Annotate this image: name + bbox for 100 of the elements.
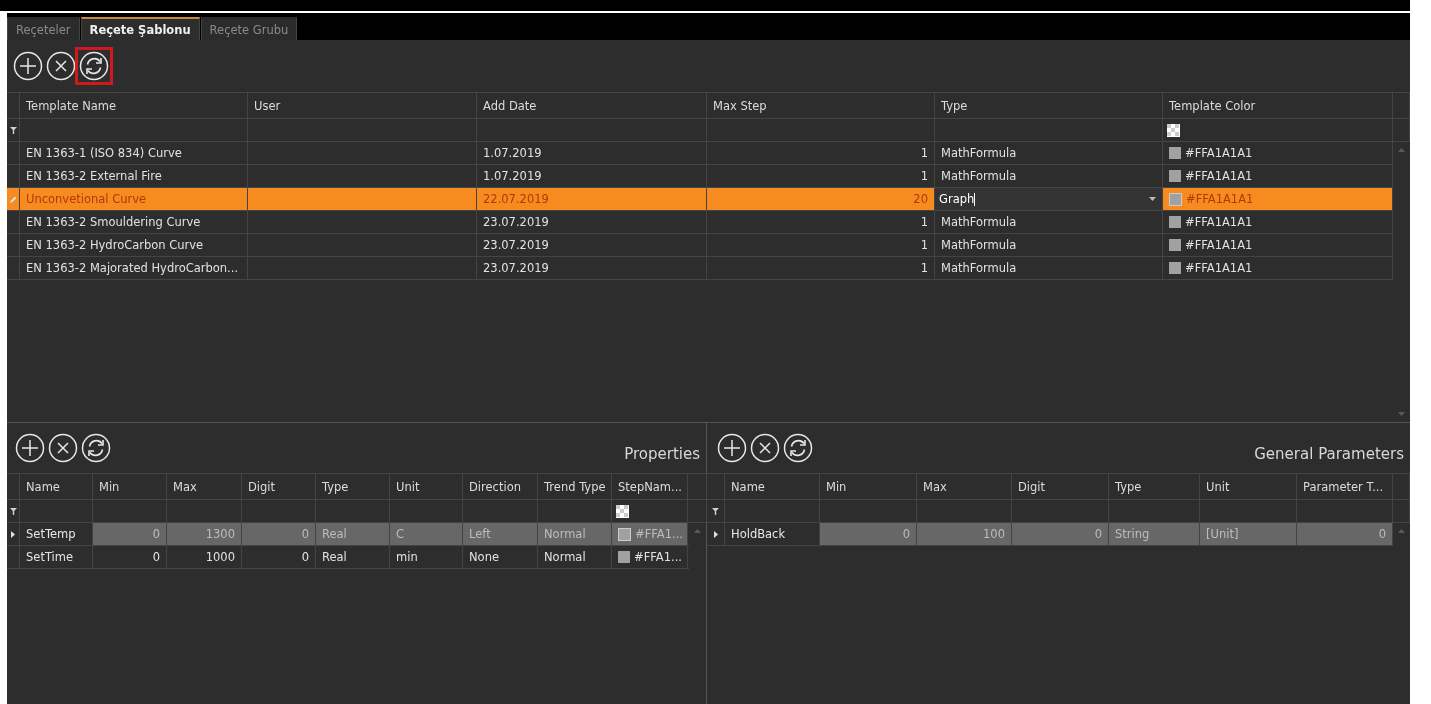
table-cell: 23.07.2019 [483, 238, 549, 252]
table-cell: 1 [920, 238, 928, 252]
column-header[interactable]: Direction [463, 474, 538, 499]
color-picker-icon [616, 504, 629, 518]
add-button[interactable] [15, 433, 45, 463]
refresh-icon [783, 433, 813, 463]
table-cell: 100 [983, 527, 1005, 541]
table-cell: MathFormula [941, 238, 1017, 252]
refresh-button[interactable] [783, 433, 813, 463]
column-header[interactable]: Trend Type [538, 474, 612, 499]
table-cell: HoldBack [731, 527, 786, 541]
tab[interactable]: Reçete Şablonu [80, 17, 200, 40]
table-cell: 0 [152, 550, 160, 564]
table-cell: 0 [301, 527, 309, 541]
column-header[interactable]: Unit [1200, 474, 1297, 499]
table-row[interactable]: SetTemp 0 1300 0 Real C Left Normal #FFA1... [7, 523, 689, 546]
close-icon [46, 51, 76, 81]
table-cell: #FFA1... [635, 527, 683, 541]
table-cell: MathFormula [941, 215, 1017, 229]
remove-button[interactable] [750, 433, 780, 463]
column-header[interactable]: Name [725, 474, 820, 499]
table-cell: MathFormula [941, 169, 1017, 183]
table-cell: SetTime [26, 550, 74, 564]
table-row[interactable]: EN 1363-2 Majorated HydroCarbon... 23.07.2019 1 MathFormula #FFA1A1A1 [7, 257, 1393, 280]
table-cell: 1.07.2019 [483, 146, 542, 160]
table-cell: EN 1363-2 External Fire [26, 169, 162, 183]
table-row[interactable]: HoldBack 0 100 0 String [Unit] 0 [707, 523, 1393, 546]
table-row[interactable]: Unconvetional Curve 22.07.2019 20 Graph #FFA1A1A1 [7, 188, 1393, 211]
column-header[interactable]: Parameter T... [1297, 474, 1393, 499]
table-cell: 0 [152, 527, 160, 541]
column-header[interactable]: Max [167, 474, 242, 499]
column-header[interactable]: Min [820, 474, 917, 499]
close-icon [48, 433, 78, 463]
remove-button[interactable] [46, 51, 76, 81]
table-cell: 0 [1094, 527, 1102, 541]
table-cell: Real [322, 550, 347, 564]
table-cell: 1 [920, 146, 928, 160]
table-row[interactable]: EN 1363-1 (ISO 834) Curve 1.07.2019 1 MathFormula #FFA1A1A1 [7, 142, 1393, 165]
column-header[interactable]: Max Step [707, 93, 935, 118]
table-cell: #FFA1... [634, 550, 682, 564]
column-header[interactable]: Max [917, 474, 1012, 499]
pencil-icon [9, 195, 17, 203]
refresh-button[interactable] [81, 433, 111, 463]
add-button[interactable] [717, 433, 747, 463]
dropdown-field[interactable]: Graph [935, 188, 1162, 210]
table-cell: [Unit] [1206, 527, 1239, 541]
table-cell: 1 [920, 215, 928, 229]
table-cell: 1000 [205, 550, 235, 564]
column-header[interactable]: Name [20, 474, 93, 499]
table-cell: Normal [544, 550, 586, 564]
table-cell: MathFormula [941, 146, 1017, 160]
column-header[interactable]: Digit [1012, 474, 1109, 499]
refresh-icon [81, 433, 111, 463]
add-icon [717, 433, 747, 463]
table-cell: Left [469, 527, 491, 541]
table-cell: 0 [902, 527, 910, 541]
column-header[interactable]: Template Color [1163, 93, 1393, 118]
table-cell: #FFA1A1A1 [1185, 261, 1253, 275]
table-cell: String [1115, 527, 1150, 541]
column-header[interactable]: Unit [390, 474, 463, 499]
table-cell: None [469, 550, 499, 564]
column-header[interactable]: Type [1109, 474, 1200, 499]
table-cell: 20 [913, 192, 928, 206]
close-icon [750, 433, 780, 463]
table-cell: 1 [920, 261, 928, 275]
row-pointer-icon [11, 530, 15, 538]
table-cell: #FFA1A1A1 [1186, 192, 1254, 206]
table-cell: 1300 [205, 527, 235, 541]
table-row[interactable]: EN 1363-2 Smouldering Curve 23.07.2019 1 MathFormula #FFA1A1A1 [7, 211, 1393, 234]
table-row[interactable]: SetTime 0 1000 0 Real min None Normal #FFA1... [7, 546, 689, 569]
column-header[interactable]: Template Name [20, 93, 248, 118]
remove-button[interactable] [48, 433, 78, 463]
table-cell: #FFA1A1A1 [1185, 146, 1253, 160]
add-icon [15, 433, 45, 463]
filter-icon [712, 507, 719, 515]
column-header[interactable]: Min [93, 474, 167, 499]
add-button[interactable] [13, 51, 43, 81]
column-header[interactable]: Type [935, 93, 1163, 118]
tab[interactable]: Reçete Grubu [200, 17, 298, 40]
table-row[interactable]: EN 1363-2 HydroCarbon Curve 23.07.2019 1 MathFormula #FFA1A1A1 [7, 234, 1393, 257]
row-pointer-icon [713, 530, 718, 538]
column-header[interactable]: Type [316, 474, 390, 499]
table-cell: EN 1363-2 HydroCarbon Curve [26, 238, 204, 252]
table-cell: 22.07.2019 [483, 192, 549, 206]
table-cell: Unconvetional Curve [26, 192, 147, 206]
table-cell: Real [322, 527, 347, 541]
column-header[interactable]: Digit [242, 474, 316, 499]
table-cell: #FFA1A1A1 [1185, 215, 1253, 229]
table-cell: min [396, 550, 418, 564]
scroll-up-icon [694, 529, 701, 533]
column-header[interactable]: Add Date [477, 93, 707, 118]
tab[interactable]: Reçeteler [7, 17, 80, 40]
column-header[interactable]: StepNam... [612, 474, 688, 499]
table-cell: SetTemp [26, 527, 76, 541]
column-header[interactable]: User [248, 93, 477, 118]
table-cell: 0 [1378, 527, 1386, 541]
table-cell: EN 1363-2 Smouldering Curve [26, 215, 201, 229]
table-cell: 1.07.2019 [483, 169, 542, 183]
scroll-up-icon [1398, 529, 1405, 533]
scroll-down-icon [1398, 412, 1405, 416]
